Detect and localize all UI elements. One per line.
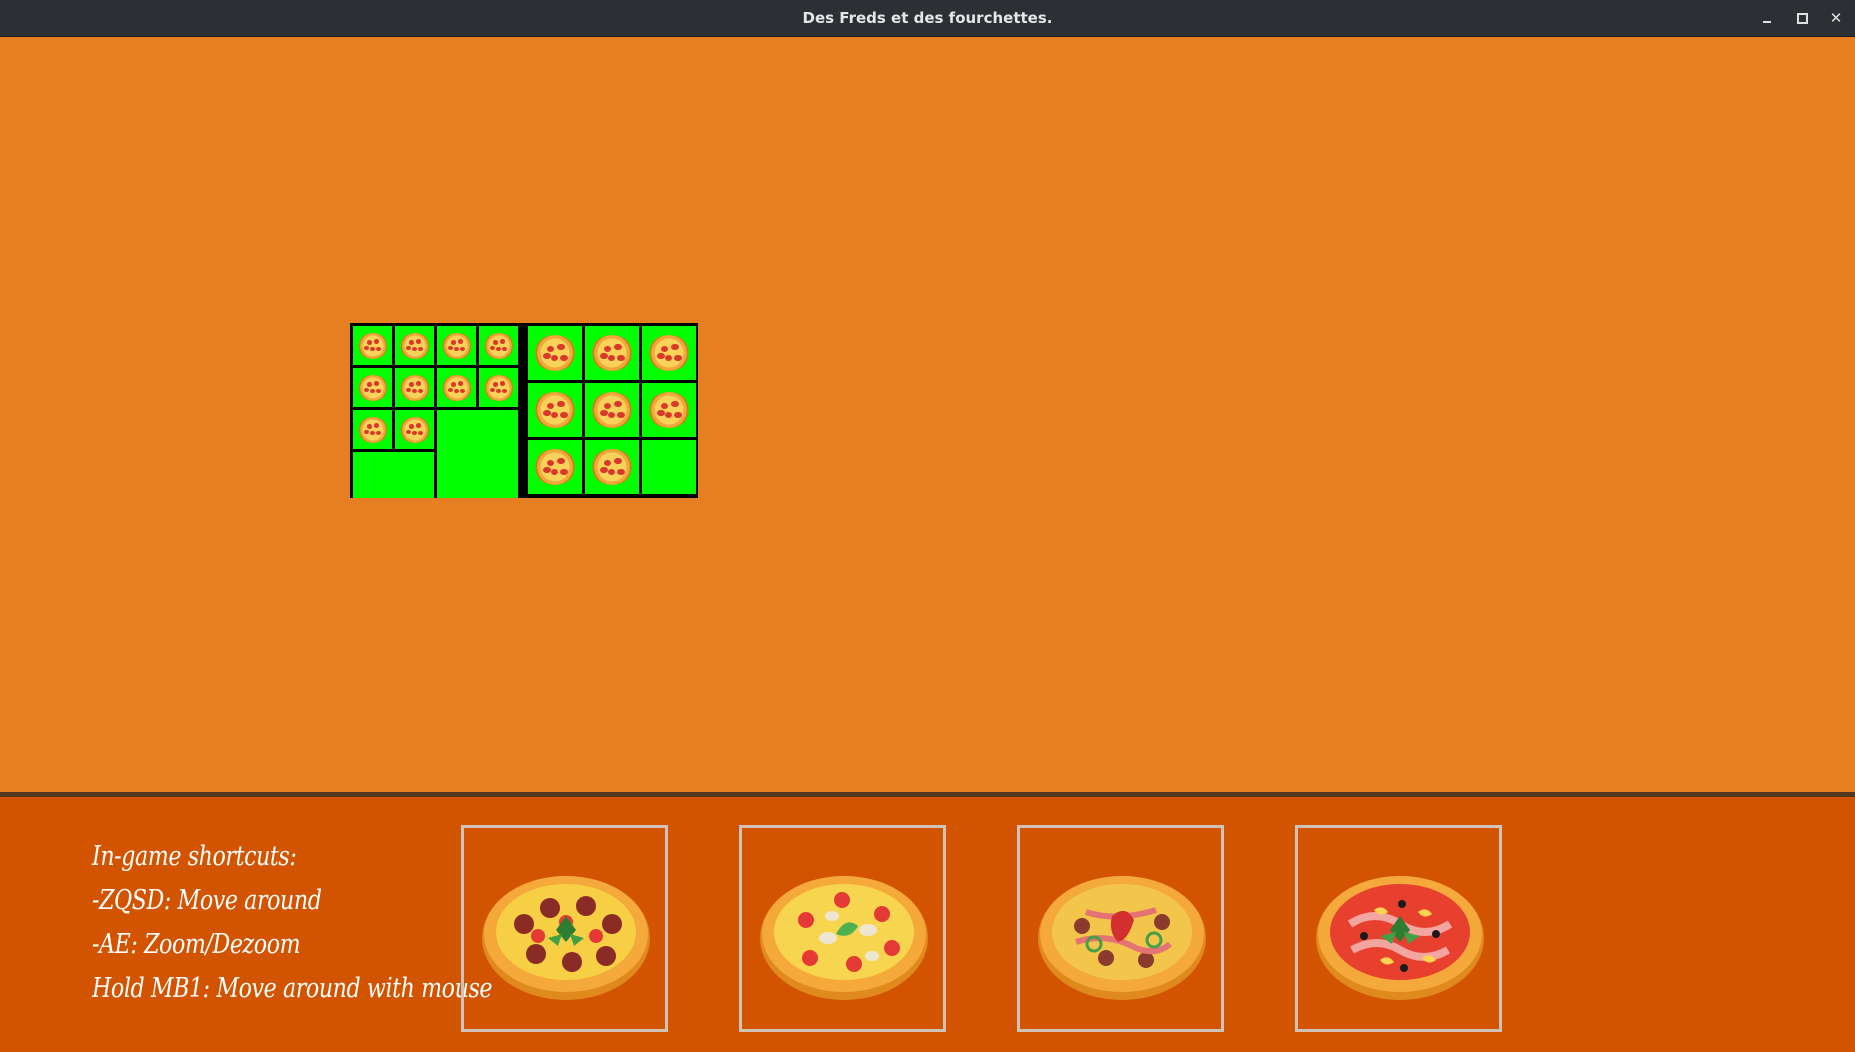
small-room-cell[interactable] — [395, 410, 434, 449]
restaurant-map[interactable] — [350, 323, 698, 498]
small-room-cell[interactable] — [437, 368, 476, 407]
pizza-table-icon — [483, 332, 514, 359]
window-title: Des Freds et des fourchettes. — [802, 9, 1053, 27]
small-room-cell[interactable] — [353, 452, 434, 498]
minimize-icon[interactable] — [1755, 6, 1779, 30]
pizza-table-icon — [648, 392, 690, 428]
pizza-table-icon — [399, 332, 430, 359]
small-room-cell[interactable] — [395, 368, 434, 407]
small-room-cell[interactable] — [479, 326, 518, 365]
pizza-table-icon — [648, 335, 690, 371]
shortcuts-title: In-game shortcuts: — [92, 841, 297, 872]
large-room-cell[interactable] — [528, 383, 582, 437]
hud-panel: In-game shortcuts: -ZQSD: Move around -A… — [0, 797, 1855, 1052]
pizza-table-icon — [591, 335, 633, 371]
pizza-table-icon — [441, 332, 472, 359]
title-bar: Des Freds et des fourchettes. ✕ — [0, 0, 1855, 37]
large-room-cell[interactable] — [642, 440, 696, 494]
pizza-table-icon — [357, 332, 388, 359]
small-room-cell[interactable] — [437, 410, 518, 498]
pizza-table-icon — [591, 392, 633, 428]
large-room-cell[interactable] — [528, 326, 582, 380]
pizza-table-icon — [591, 449, 633, 485]
large-room-cell[interactable] — [585, 383, 639, 437]
veggie-pizza-icon — [760, 876, 928, 1000]
pizza-slot-1[interactable] — [461, 825, 668, 1032]
large-room-cell[interactable] — [585, 440, 639, 494]
pizza-slot-3[interactable] — [1017, 825, 1224, 1032]
large-room-cell[interactable] — [642, 326, 696, 380]
game-viewport[interactable] — [0, 37, 1855, 793]
bacon-pineapple-pizza-icon — [1316, 876, 1484, 1000]
pizza-slot-4[interactable] — [1295, 825, 1502, 1032]
pizza-table-icon — [534, 392, 576, 428]
pizza-table-icon — [534, 449, 576, 485]
pepperoni-pizza-icon — [482, 876, 650, 1000]
shortcut-move: -ZQSD: Move around — [92, 885, 322, 916]
small-room-cell[interactable] — [353, 368, 392, 407]
large-room-cell[interactable] — [585, 326, 639, 380]
pizza-table-icon — [357, 374, 388, 401]
shortcuts-help: In-game shortcuts: -ZQSD: Move around -A… — [92, 835, 493, 1011]
small-room-cell[interactable] — [395, 326, 434, 365]
large-room-cell[interactable] — [528, 440, 582, 494]
pizza-slot-2[interactable] — [739, 825, 946, 1032]
meat-pepper-pizza-icon — [1038, 876, 1206, 1000]
pizza-table-icon — [534, 335, 576, 371]
small-room-cell[interactable] — [353, 326, 392, 365]
small-room-cell[interactable] — [353, 410, 392, 449]
pizza-table-icon — [441, 374, 472, 401]
pizza-table-icon — [357, 416, 388, 443]
small-room-cell[interactable] — [437, 326, 476, 365]
maximize-icon[interactable] — [1790, 6, 1814, 30]
shortcut-mouse: Hold MB1: Move around with mouse — [92, 973, 493, 1004]
shortcut-zoom: -AE: Zoom/Dezoom — [92, 929, 301, 960]
close-icon[interactable]: ✕ — [1824, 6, 1848, 30]
pizza-table-icon — [483, 374, 514, 401]
small-room-cell[interactable] — [479, 368, 518, 407]
large-room-cell[interactable] — [642, 383, 696, 437]
pizza-table-icon — [399, 416, 430, 443]
pizza-table-icon — [399, 374, 430, 401]
